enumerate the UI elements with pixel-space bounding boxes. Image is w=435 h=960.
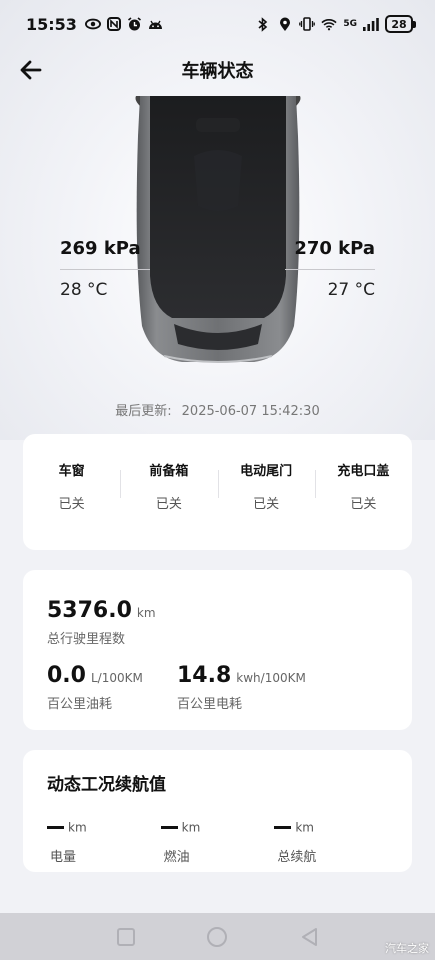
energy-value: 14.8 bbox=[177, 663, 232, 688]
energy-consumption: 14.8 kwh/100KM 百公里电耗 bbox=[177, 663, 307, 712]
tire-front-right: 270 kPa 27 °C bbox=[285, 238, 375, 300]
driving-stats-card: 5376.0 km 总行驶里程数 0.0 L/100KM 百公里油耗 14.8 kwh… bbox=[23, 570, 412, 730]
status-time: 15:53 bbox=[26, 14, 77, 34]
door-state: 已关 bbox=[350, 497, 377, 512]
door-item-charge-port: 充电口盖 已关 bbox=[314, 460, 412, 512]
range-unit: km bbox=[68, 820, 87, 835]
home-circle-icon[interactable] bbox=[206, 926, 228, 948]
tire-divider bbox=[285, 269, 375, 270]
empty-value-dash bbox=[274, 826, 292, 829]
door-name: 电动尾门 bbox=[240, 464, 293, 479]
range-label: 电量 bbox=[50, 850, 77, 865]
energy-label: 百公里电耗 bbox=[177, 697, 243, 712]
range-unit: km bbox=[181, 820, 201, 835]
android-icon bbox=[148, 16, 164, 32]
last-updated-label: 最后更新: bbox=[115, 404, 172, 419]
range-item-fuel: km 燃油 bbox=[160, 817, 275, 865]
back-arrow-icon[interactable] bbox=[18, 58, 44, 82]
vibrate-icon bbox=[299, 16, 316, 32]
tire-front-left: 269 kPa 28 °C bbox=[60, 238, 150, 300]
empty-value-dash bbox=[160, 826, 178, 829]
door-name: 前备箱 bbox=[149, 464, 189, 479]
tire-pressure-right: 270 kPa bbox=[294, 238, 375, 259]
range-item-total: km 总续航 bbox=[274, 817, 388, 865]
system-nav-bar bbox=[0, 913, 435, 960]
alarm-icon bbox=[127, 16, 143, 32]
wifi-icon bbox=[321, 16, 337, 32]
door-item-frunk: 前备箱 已关 bbox=[120, 460, 217, 512]
network-type: 5G bbox=[343, 18, 357, 29]
fuel-unit: L/100KM bbox=[90, 671, 143, 685]
door-item-window: 车窗 已关 bbox=[23, 460, 120, 512]
range-card: 动态工况续航值 km 电量 km 燃油 km 总续航 bbox=[23, 750, 412, 872]
door-name: 充电口盖 bbox=[337, 464, 390, 479]
door-state: 已关 bbox=[155, 497, 182, 512]
bluetooth-icon bbox=[255, 16, 271, 32]
fuel-consumption: 0.0 L/100KM 百公里油耗 bbox=[47, 663, 177, 712]
range-title: 动态工况续航值 bbox=[47, 775, 166, 795]
odometer-unit: km bbox=[136, 606, 156, 620]
signal-icon bbox=[363, 16, 379, 32]
page-title: 车辆状态 bbox=[181, 61, 254, 82]
empty-value-dash bbox=[47, 826, 64, 829]
door-status-card: 车窗 已关 前备箱 已关 电动尾门 已关 充电口盖 已关 bbox=[23, 434, 412, 550]
eye-icon bbox=[84, 16, 101, 32]
odometer-label: 总行驶里程数 bbox=[47, 632, 126, 647]
fuel-label: 百公里油耗 bbox=[47, 697, 113, 712]
back-triangle-icon[interactable] bbox=[299, 926, 321, 948]
top-app-bar: 车辆状态 bbox=[0, 48, 435, 92]
door-item-tailgate: 电动尾门 已关 bbox=[217, 460, 315, 512]
car-top-view bbox=[134, 96, 302, 366]
recents-square-icon[interactable] bbox=[115, 926, 137, 948]
door-name: 车窗 bbox=[58, 464, 85, 479]
energy-unit: kwh/100KM bbox=[236, 671, 306, 685]
watermark: 汽车之家 bbox=[385, 942, 429, 955]
range-label: 总续航 bbox=[277, 850, 317, 865]
nfc-icon bbox=[106, 16, 122, 32]
last-updated-value: 2025-06-07 15:42:30 bbox=[181, 404, 320, 419]
tire-pressure-left: 269 kPa bbox=[60, 238, 141, 259]
odometer-value: 5376.0 bbox=[47, 598, 132, 623]
tire-temperature-right: 27 °C bbox=[327, 280, 375, 300]
status-bar: 15:53 5G 28 bbox=[0, 0, 435, 48]
door-state: 已关 bbox=[253, 497, 280, 512]
last-updated: 最后更新: 2025-06-07 15:42:30 bbox=[0, 400, 435, 419]
odometer: 5376.0 km 总行驶里程数 bbox=[47, 598, 388, 647]
range-item-battery: km 电量 bbox=[47, 817, 161, 865]
location-icon bbox=[277, 16, 293, 32]
battery-indicator: 28 bbox=[385, 15, 416, 33]
fuel-value: 0.0 bbox=[47, 663, 86, 688]
tire-temperature-left: 28 °C bbox=[60, 280, 108, 300]
range-unit: km bbox=[295, 820, 314, 835]
tire-divider bbox=[60, 269, 150, 270]
range-label: 燃油 bbox=[163, 850, 190, 865]
door-state: 已关 bbox=[58, 497, 85, 512]
